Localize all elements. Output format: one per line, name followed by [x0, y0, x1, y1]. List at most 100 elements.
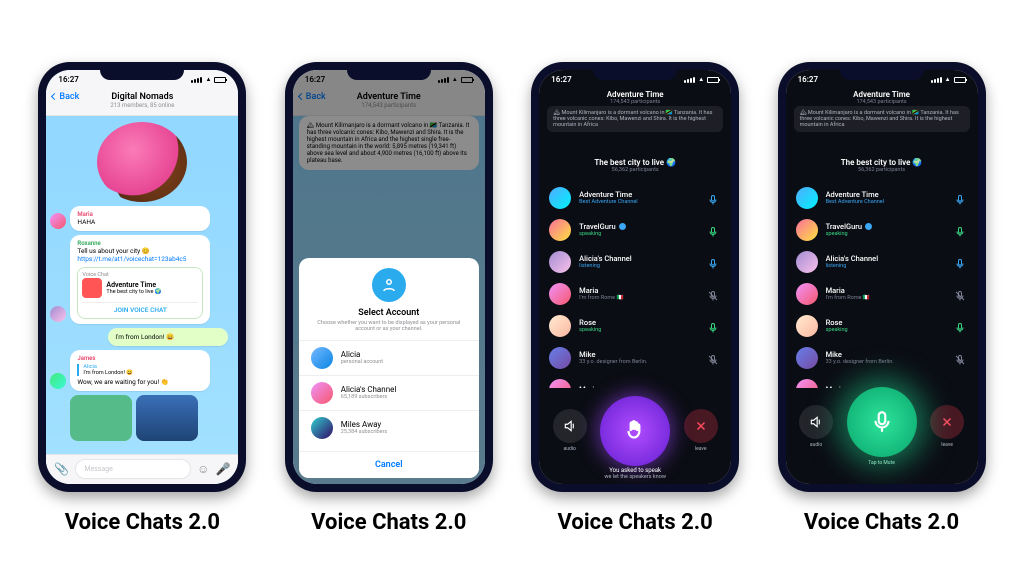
cancel-button[interactable]: Cancel [299, 451, 479, 478]
message-bubble[interactable]: James Alicia I'm from London! 😄 Wow, we … [70, 350, 210, 391]
signal-icon [191, 77, 202, 83]
photo-attachment[interactable] [136, 395, 198, 441]
participant-row[interactable]: MariaI'm from Rome 🇮🇹 [547, 278, 723, 310]
participant-row[interactable]: Mike33 y.o. designer from Berlin. [794, 342, 970, 374]
option-name: Miles Away [341, 420, 388, 429]
audio-button[interactable] [553, 409, 587, 443]
participant-row[interactable]: Adventure TimeBest Adventure Channel [794, 182, 970, 214]
header-title[interactable]: Adventure Time [786, 90, 978, 99]
avatar[interactable] [796, 347, 818, 369]
participant-name: Alicia's Channel [579, 254, 632, 263]
leave-label: leave [941, 442, 953, 448]
participant-row[interactable]: TravelGuruspeaking [547, 214, 723, 246]
join-voice-chat-button[interactable]: JOIN VOICE CHAT [82, 302, 198, 314]
status-time: 16:27 [305, 75, 325, 84]
participant-name: Rose [826, 318, 848, 327]
mic-icon[interactable]: 🎤 [215, 462, 230, 476]
mic-state-icon [707, 287, 721, 301]
participant-sub: listening [579, 263, 632, 269]
vc-subtitle: The best city to live 🌍 [106, 289, 161, 295]
participant-sub: I'm from Rome 🇮🇹 [579, 295, 623, 301]
message-input[interactable]: Message [75, 459, 191, 479]
battery-icon [461, 77, 473, 83]
message-bubble-own[interactable]: I'm from London! 😄 [108, 328, 228, 346]
mic-state-icon [954, 287, 968, 301]
header-title[interactable]: Adventure Time [539, 90, 731, 99]
photo-attachment[interactable] [70, 395, 132, 441]
info-card[interactable]: 🏔 Mount Kilimanjaro is a dormant volcano… [794, 106, 970, 132]
chat-body[interactable]: Maria HAHA Roxanne Tell us about your ci… [46, 116, 238, 454]
message-link[interactable]: https://t.me/at1/voicechat=123ab4c5 [77, 255, 186, 263]
participant-sub: Best Adventure Channel [579, 199, 637, 205]
mic-state-icon [707, 351, 721, 365]
participant-row[interactable]: Rosespeaking [794, 310, 970, 342]
notch [100, 62, 184, 80]
participant-row[interactable]: Alicia's Channellistening [547, 246, 723, 278]
account-option[interactable]: Alicia's Channel 65,189 subscribers [299, 375, 479, 410]
participant-name: Maria [826, 286, 870, 295]
account-option[interactable]: Alicia personal account [299, 340, 479, 375]
avatar[interactable] [549, 187, 571, 209]
avatar[interactable] [50, 373, 66, 389]
mic-state-icon [954, 351, 968, 365]
header-sub: 174,543 participants [786, 99, 978, 105]
avatar[interactable] [796, 219, 818, 241]
participant-name: Mike [826, 350, 894, 359]
sender-name: Maria [77, 211, 203, 218]
avatar[interactable] [549, 283, 571, 305]
participant-row[interactable]: Alicia's Channellistening [794, 246, 970, 278]
avatar[interactable] [549, 379, 571, 388]
notch [593, 62, 677, 80]
phone-frame-4: 16:27 ▲ Adventure Time 174,543 participa… [778, 62, 986, 492]
participant-row[interactable]: MariaI'm from Rome 🇮🇹 [794, 278, 970, 310]
avatar[interactable] [796, 315, 818, 337]
wifi-icon: ▲ [205, 76, 211, 83]
participants-list[interactable]: Adventure TimeBest Adventure ChannelTrav… [547, 182, 723, 388]
sticker-icon[interactable]: ☺ [197, 462, 209, 476]
raise-hand-button[interactable] [600, 396, 670, 466]
sheet-subtitle: Choose whether you want to be displayed … [299, 318, 479, 340]
avatar[interactable] [549, 347, 571, 369]
notch [840, 62, 924, 80]
message-bubble[interactable]: Maria HAHA [70, 206, 210, 231]
avatar[interactable] [50, 213, 66, 229]
avatar[interactable] [549, 251, 571, 273]
participant-row[interactable]: Adventure TimeBest Adventure Channel [547, 182, 723, 214]
avatar[interactable] [549, 219, 571, 241]
participant-row[interactable]: TravelGuruspeaking [794, 214, 970, 246]
avatar[interactable] [796, 283, 818, 305]
message-bubble[interactable]: Roxanne Tell us about your city 😊 https:… [70, 235, 210, 324]
header-sub: 174,543 participants [539, 99, 731, 105]
audio-button[interactable] [799, 405, 833, 439]
participant-name: TravelGuru [826, 222, 873, 231]
participant-sub: speaking [826, 327, 848, 333]
status-time: 16:27 [58, 75, 78, 84]
room-title: The best city to live 🌍 [786, 158, 978, 167]
leave-button[interactable] [684, 409, 718, 443]
attach-icon[interactable]: 📎 [54, 462, 69, 476]
message-text: HAHA [77, 218, 203, 226]
avatar[interactable] [549, 315, 571, 337]
participant-row[interactable]: Mike33 y.o. designer from Berlin. [547, 342, 723, 374]
back-button[interactable]: Back [52, 92, 79, 102]
mic-state-icon [954, 319, 968, 333]
avatar[interactable] [796, 251, 818, 273]
mute-button[interactable] [847, 387, 917, 457]
sticker-elephant[interactable] [97, 122, 187, 202]
participant-row[interactable]: Rosespeaking [547, 310, 723, 342]
leave-button[interactable] [930, 405, 964, 439]
avatar[interactable] [50, 306, 66, 322]
participant-sub: 33 y.o. designer from Berlin. [579, 359, 647, 365]
participant-name: TravelGuru [579, 222, 626, 231]
participant-row[interactable]: Marie [794, 374, 970, 388]
audio-label: audio [810, 442, 822, 448]
account-option[interactable]: Miles Away 25,384 subscribers [299, 410, 479, 445]
info-card[interactable]: 🏔 Mount Kilimanjaro is a dormant volcano… [547, 106, 723, 132]
participant-sub: listening [826, 263, 879, 269]
participant-row[interactable]: Marie [547, 374, 723, 388]
participants-list[interactable]: Adventure TimeBest Adventure ChannelTrav… [794, 182, 970, 388]
room-sub: 56,362 participants [539, 167, 731, 173]
avatar[interactable] [796, 187, 818, 209]
sender-name: James [77, 355, 203, 362]
participant-sub: speaking [579, 231, 626, 237]
